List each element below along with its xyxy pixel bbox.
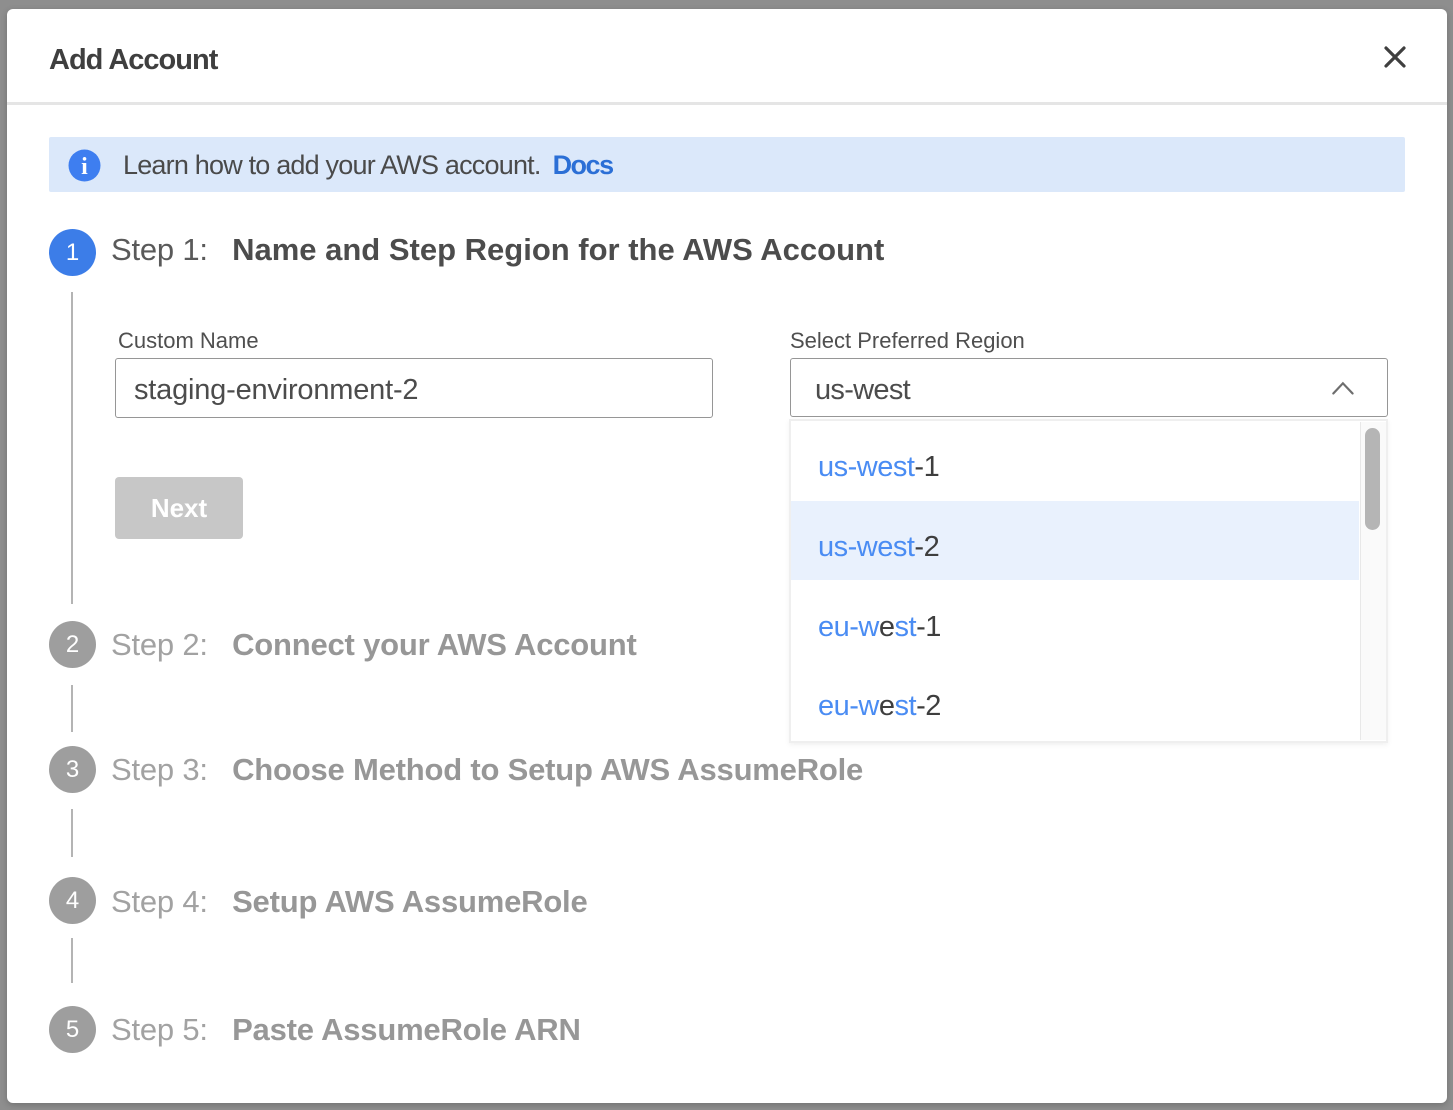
svg-text:i: i	[81, 154, 88, 180]
